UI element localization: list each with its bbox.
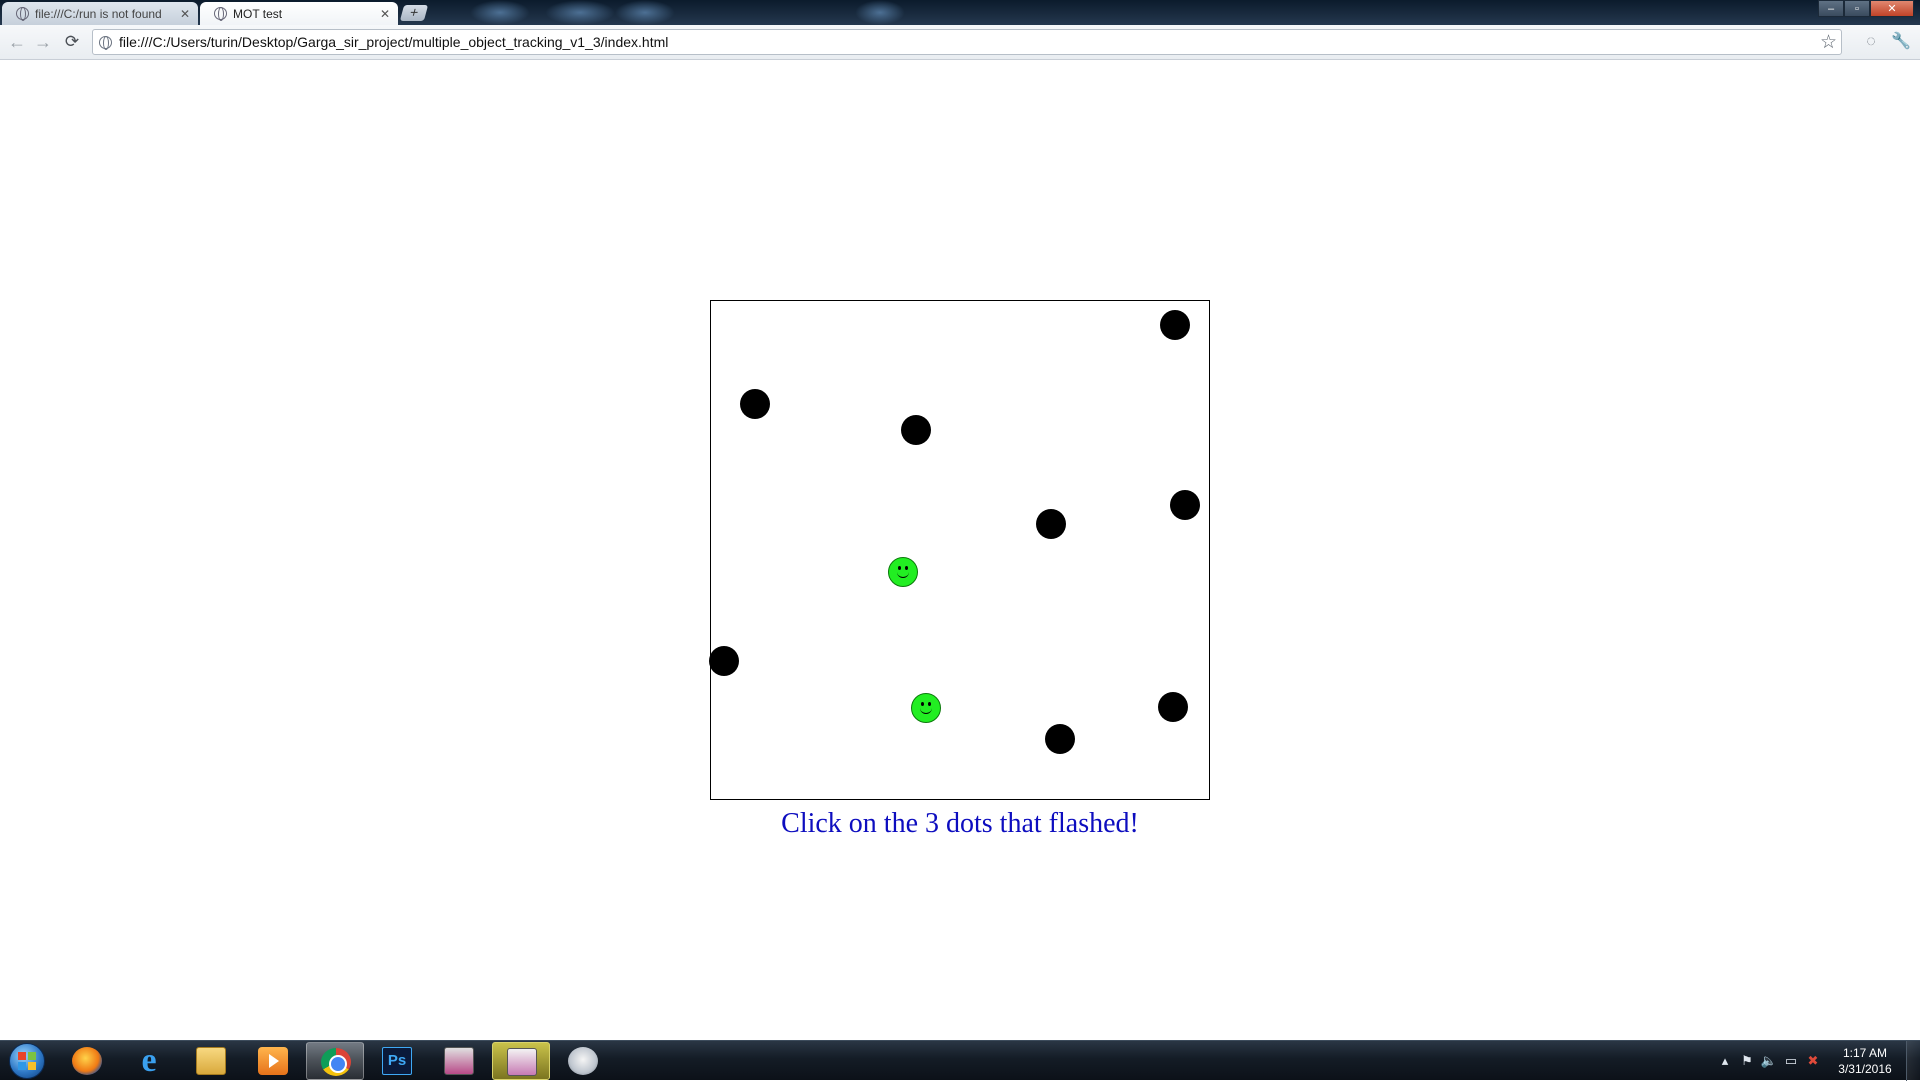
smiley-mouth [920, 706, 932, 714]
tracking-stage[interactable] [709, 300, 1210, 800]
taskbar-internet-explorer[interactable]: e [120, 1042, 178, 1080]
taskbar-app-4-red[interactable] [430, 1042, 488, 1080]
back-button[interactable]: ← [4, 29, 30, 55]
tab-label: file:///C:/run is not found [35, 6, 162, 21]
extension-icon[interactable]: ◌ [1858, 29, 1884, 55]
taskbar-photoshop[interactable]: Ps [368, 1042, 426, 1080]
tab-label: MOT test [233, 6, 283, 21]
forward-button[interactable]: → [30, 29, 56, 55]
ie-icon: e [141, 1042, 157, 1079]
show-desktop-button[interactable] [1906, 1041, 1920, 1081]
windows-logo-icon [18, 1052, 36, 1070]
volume-icon[interactable]: 🔈 [1758, 1050, 1780, 1072]
reload-button[interactable]: ⟳ [59, 29, 85, 55]
chrome-icon [321, 1048, 351, 1076]
tracking-dot[interactable] [740, 389, 770, 419]
folder-icon [196, 1047, 226, 1075]
tab-close-icon[interactable]: ✕ [380, 7, 390, 21]
taskbar: e Ps ▴ ⚑ 🔈 ▭ ✖ 1:17 AM 3/31/2016 [0, 1040, 1920, 1081]
tracking-dot[interactable] [1158, 692, 1188, 722]
network-icon[interactable]: ▭ [1780, 1050, 1802, 1072]
paint-icon [568, 1047, 598, 1075]
system-tray: ▴ ⚑ 🔈 ▭ ✖ 1:17 AM 3/31/2016 [1714, 1041, 1920, 1081]
taskbar-paint[interactable] [554, 1042, 612, 1080]
action-center-flag-icon[interactable]: ⚑ [1736, 1050, 1758, 1072]
show-hidden-icons-icon[interactable]: ▴ [1714, 1050, 1736, 1072]
url-text[interactable]: file:///C:/Users/turin/Desktop/Garga_sir… [119, 34, 668, 50]
browser-toolbar: ← → ⟳ file:///C:/Users/turin/Desktop/Gar… [0, 25, 1920, 60]
taskbar-file-explorer[interactable] [182, 1042, 240, 1080]
browser-titlebar: file:///C:/run is not found ✕ MOT test ✕… [0, 0, 1920, 25]
aero-glow [470, 0, 530, 25]
tracking-dot[interactable] [1036, 509, 1066, 539]
app-icon [507, 1048, 537, 1076]
selected-smiley-dot[interactable] [911, 693, 941, 723]
clock-date: 3/31/2016 [1838, 1062, 1892, 1076]
clock-time: 1:17 AM [1842, 1046, 1888, 1060]
new-tab-button[interactable]: + [399, 4, 429, 21]
photoshop-icon: Ps [382, 1047, 412, 1075]
bookmark-star-icon[interactable]: ☆ [1820, 31, 1837, 54]
tab-close-icon[interactable]: ✕ [180, 7, 190, 21]
window-controls: – ▫ ✕ [1818, 0, 1914, 17]
tracking-dot[interactable] [901, 415, 931, 445]
firefox-icon [72, 1047, 102, 1075]
minimize-button[interactable]: – [1818, 0, 1844, 17]
tab-mot-test[interactable]: MOT test ✕ [200, 2, 398, 25]
page-globe-icon [214, 7, 227, 21]
selected-smiley-dot[interactable] [888, 557, 918, 587]
page-icon [99, 35, 112, 50]
aero-glow [855, 0, 905, 25]
instruction-text: Click on the 3 dots that flashed! [781, 808, 1139, 839]
tracking-dot[interactable] [1170, 490, 1200, 520]
maximize-button[interactable]: ▫ [1844, 0, 1870, 17]
wrench-menu-icon[interactable]: 🔧 [1888, 29, 1914, 55]
page-globe-icon [16, 7, 29, 21]
taskbar-firefox[interactable] [58, 1042, 116, 1080]
start-button[interactable] [4, 1042, 50, 1080]
media-player-icon [258, 1047, 288, 1075]
tracking-dot[interactable] [1045, 724, 1075, 754]
tracking-dot[interactable] [709, 646, 739, 676]
taskbar-media-player[interactable] [244, 1042, 302, 1080]
tracking-dot[interactable] [1160, 310, 1190, 340]
address-bar[interactable]: file:///C:/Users/turin/Desktop/Garga_sir… [92, 29, 1842, 55]
alert-icon[interactable]: ✖ [1802, 1050, 1824, 1072]
taskbar-chrome[interactable] [306, 1042, 364, 1080]
app-icon [444, 1047, 474, 1075]
taskbar-app-4-purple[interactable] [492, 1042, 550, 1080]
clock[interactable]: 1:17 AM 3/31/2016 [1830, 1045, 1900, 1077]
aero-glow [545, 0, 615, 25]
aero-glow [615, 0, 675, 25]
tab-run-not-found[interactable]: file:///C:/run is not found ✕ [2, 2, 198, 25]
window-close-button[interactable]: ✕ [1870, 0, 1914, 17]
smiley-mouth [897, 570, 909, 578]
